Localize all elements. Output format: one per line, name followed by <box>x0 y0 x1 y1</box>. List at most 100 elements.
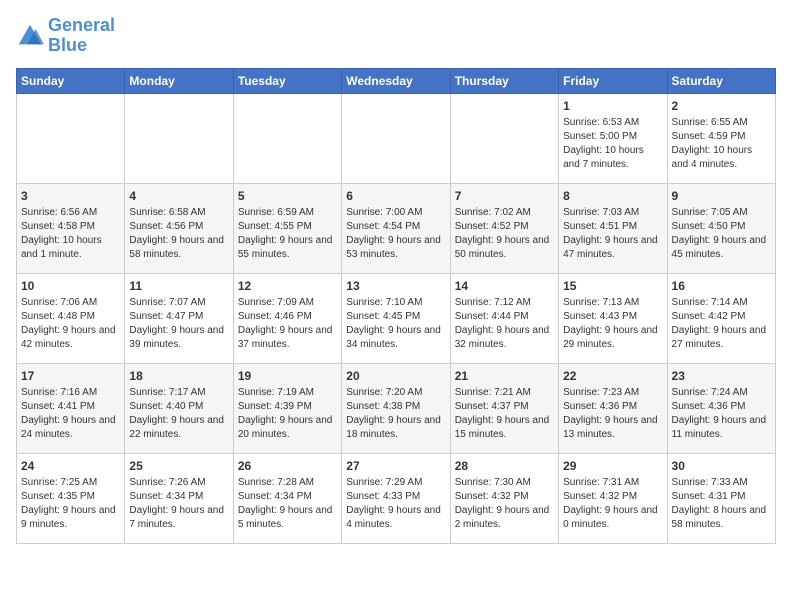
logo: General Blue <box>16 16 115 56</box>
day-info: Sunrise: 7:05 AM Sunset: 4:50 PM Dayligh… <box>672 207 767 260</box>
calendar-cell <box>233 93 341 183</box>
day-number: 17 <box>21 368 120 385</box>
day-info: Sunrise: 7:24 AM Sunset: 4:36 PM Dayligh… <box>672 387 767 440</box>
day-number: 26 <box>238 458 337 475</box>
day-header-monday: Monday <box>125 68 233 93</box>
day-number: 8 <box>563 188 662 205</box>
calendar-table: SundayMondayTuesdayWednesdayThursdayFrid… <box>16 68 776 544</box>
day-number: 1 <box>563 98 662 115</box>
calendar-cell: 4 Sunrise: 6:58 AM Sunset: 4:56 PM Daylig… <box>125 183 233 273</box>
logo-text: General Blue <box>48 16 115 56</box>
calendar-cell: 17 Sunrise: 7:16 AM Sunset: 4:41 PM Dayli… <box>17 363 125 453</box>
day-info: Sunrise: 7:07 AM Sunset: 4:47 PM Dayligh… <box>129 297 224 350</box>
day-info: Sunrise: 6:58 AM Sunset: 4:56 PM Dayligh… <box>129 207 224 260</box>
calendar-cell <box>17 93 125 183</box>
day-info: Sunrise: 7:00 AM Sunset: 4:54 PM Dayligh… <box>346 207 441 260</box>
calendar-week-4: 17 Sunrise: 7:16 AM Sunset: 4:41 PM Dayli… <box>17 363 776 453</box>
calendar-cell <box>450 93 558 183</box>
day-number: 18 <box>129 368 228 385</box>
calendar-week-3: 10 Sunrise: 7:06 AM Sunset: 4:48 PM Dayli… <box>17 273 776 363</box>
day-number: 23 <box>672 368 771 385</box>
day-number: 16 <box>672 278 771 295</box>
day-info: Sunrise: 7:02 AM Sunset: 4:52 PM Dayligh… <box>455 207 550 260</box>
day-info: Sunrise: 6:55 AM Sunset: 4:59 PM Dayligh… <box>672 117 753 170</box>
day-info: Sunrise: 7:21 AM Sunset: 4:37 PM Dayligh… <box>455 387 550 440</box>
day-header-saturday: Saturday <box>667 68 775 93</box>
calendar-cell: 1 Sunrise: 6:53 AM Sunset: 5:00 PM Daylig… <box>559 93 667 183</box>
day-info: Sunrise: 7:09 AM Sunset: 4:46 PM Dayligh… <box>238 297 333 350</box>
day-info: Sunrise: 7:17 AM Sunset: 4:40 PM Dayligh… <box>129 387 224 440</box>
day-info: Sunrise: 7:16 AM Sunset: 4:41 PM Dayligh… <box>21 387 116 440</box>
day-number: 19 <box>238 368 337 385</box>
calendar-cell: 16 Sunrise: 7:14 AM Sunset: 4:42 PM Dayli… <box>667 273 775 363</box>
day-info: Sunrise: 7:29 AM Sunset: 4:33 PM Dayligh… <box>346 477 441 530</box>
day-number: 30 <box>672 458 771 475</box>
day-header-sunday: Sunday <box>17 68 125 93</box>
calendar-cell: 3 Sunrise: 6:56 AM Sunset: 4:58 PM Daylig… <box>17 183 125 273</box>
day-header-tuesday: Tuesday <box>233 68 341 93</box>
day-info: Sunrise: 7:19 AM Sunset: 4:39 PM Dayligh… <box>238 387 333 440</box>
calendar-cell: 15 Sunrise: 7:13 AM Sunset: 4:43 PM Dayli… <box>559 273 667 363</box>
day-number: 15 <box>563 278 662 295</box>
day-info: Sunrise: 7:14 AM Sunset: 4:42 PM Dayligh… <box>672 297 767 350</box>
day-number: 4 <box>129 188 228 205</box>
calendar-cell: 12 Sunrise: 7:09 AM Sunset: 4:46 PM Dayli… <box>233 273 341 363</box>
logo-icon <box>16 22 44 50</box>
day-number: 6 <box>346 188 445 205</box>
day-info: Sunrise: 6:59 AM Sunset: 4:55 PM Dayligh… <box>238 207 333 260</box>
calendar-cell: 10 Sunrise: 7:06 AM Sunset: 4:48 PM Dayli… <box>17 273 125 363</box>
day-info: Sunrise: 7:26 AM Sunset: 4:34 PM Dayligh… <box>129 477 224 530</box>
calendar-cell: 9 Sunrise: 7:05 AM Sunset: 4:50 PM Daylig… <box>667 183 775 273</box>
day-info: Sunrise: 7:25 AM Sunset: 4:35 PM Dayligh… <box>21 477 116 530</box>
day-number: 13 <box>346 278 445 295</box>
calendar-cell: 11 Sunrise: 7:07 AM Sunset: 4:47 PM Dayli… <box>125 273 233 363</box>
day-info: Sunrise: 7:30 AM Sunset: 4:32 PM Dayligh… <box>455 477 550 530</box>
calendar-week-5: 24 Sunrise: 7:25 AM Sunset: 4:35 PM Dayli… <box>17 453 776 543</box>
calendar-cell: 30 Sunrise: 7:33 AM Sunset: 4:31 PM Dayli… <box>667 453 775 543</box>
calendar-cell: 6 Sunrise: 7:00 AM Sunset: 4:54 PM Daylig… <box>342 183 450 273</box>
day-number: 11 <box>129 278 228 295</box>
day-number: 28 <box>455 458 554 475</box>
day-number: 10 <box>21 278 120 295</box>
calendar-cell: 29 Sunrise: 7:31 AM Sunset: 4:32 PM Dayli… <box>559 453 667 543</box>
calendar-cell: 23 Sunrise: 7:24 AM Sunset: 4:36 PM Dayli… <box>667 363 775 453</box>
calendar-week-2: 3 Sunrise: 6:56 AM Sunset: 4:58 PM Daylig… <box>17 183 776 273</box>
day-number: 29 <box>563 458 662 475</box>
day-info: Sunrise: 7:31 AM Sunset: 4:32 PM Dayligh… <box>563 477 658 530</box>
day-number: 25 <box>129 458 228 475</box>
day-number: 3 <box>21 188 120 205</box>
day-info: Sunrise: 7:06 AM Sunset: 4:48 PM Dayligh… <box>21 297 116 350</box>
calendar-cell: 13 Sunrise: 7:10 AM Sunset: 4:45 PM Dayli… <box>342 273 450 363</box>
day-info: Sunrise: 6:56 AM Sunset: 4:58 PM Dayligh… <box>21 207 102 260</box>
day-info: Sunrise: 7:10 AM Sunset: 4:45 PM Dayligh… <box>346 297 441 350</box>
calendar-cell: 18 Sunrise: 7:17 AM Sunset: 4:40 PM Dayli… <box>125 363 233 453</box>
day-number: 14 <box>455 278 554 295</box>
calendar-week-1: 1 Sunrise: 6:53 AM Sunset: 5:00 PM Daylig… <box>17 93 776 183</box>
calendar-cell <box>125 93 233 183</box>
day-info: Sunrise: 7:12 AM Sunset: 4:44 PM Dayligh… <box>455 297 550 350</box>
day-number: 7 <box>455 188 554 205</box>
day-number: 27 <box>346 458 445 475</box>
day-info: Sunrise: 7:13 AM Sunset: 4:43 PM Dayligh… <box>563 297 658 350</box>
day-info: Sunrise: 7:03 AM Sunset: 4:51 PM Dayligh… <box>563 207 658 260</box>
page-header: General Blue <box>16 16 776 56</box>
calendar-cell: 14 Sunrise: 7:12 AM Sunset: 4:44 PM Dayli… <box>450 273 558 363</box>
day-number: 9 <box>672 188 771 205</box>
day-header-wednesday: Wednesday <box>342 68 450 93</box>
calendar-cell: 24 Sunrise: 7:25 AM Sunset: 4:35 PM Dayli… <box>17 453 125 543</box>
calendar-cell: 8 Sunrise: 7:03 AM Sunset: 4:51 PM Daylig… <box>559 183 667 273</box>
day-number: 22 <box>563 368 662 385</box>
day-number: 24 <box>21 458 120 475</box>
day-number: 5 <box>238 188 337 205</box>
calendar-cell: 5 Sunrise: 6:59 AM Sunset: 4:55 PM Daylig… <box>233 183 341 273</box>
calendar-cell: 27 Sunrise: 7:29 AM Sunset: 4:33 PM Dayli… <box>342 453 450 543</box>
day-number: 2 <box>672 98 771 115</box>
day-info: Sunrise: 7:33 AM Sunset: 4:31 PM Dayligh… <box>672 477 767 530</box>
calendar-cell <box>342 93 450 183</box>
day-info: Sunrise: 6:53 AM Sunset: 5:00 PM Dayligh… <box>563 117 644 170</box>
day-header-friday: Friday <box>559 68 667 93</box>
day-number: 12 <box>238 278 337 295</box>
calendar-cell: 26Sunrise: 7:28 AM Sunset: 4:34 PM Dayli… <box>233 453 341 543</box>
calendar-cell: 28 Sunrise: 7:30 AM Sunset: 4:32 PM Dayli… <box>450 453 558 543</box>
calendar-cell: 22Sunrise: 7:23 AM Sunset: 4:36 PM Dayli… <box>559 363 667 453</box>
